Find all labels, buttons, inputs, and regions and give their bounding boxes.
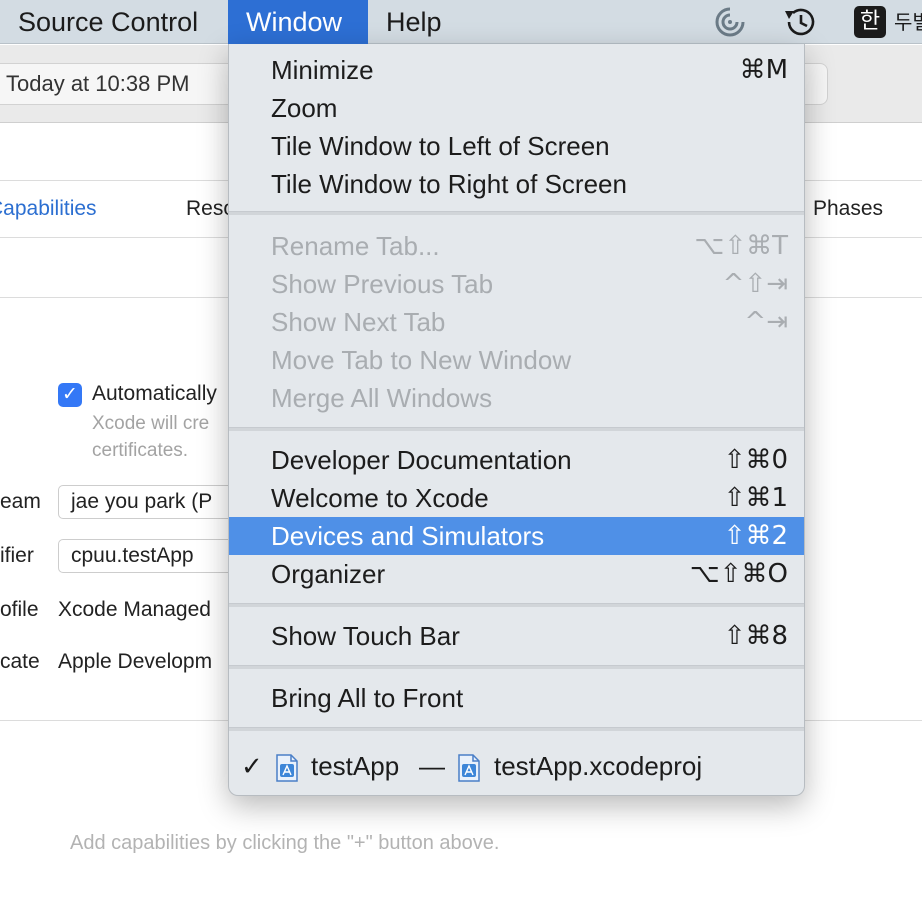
menu-item-shortcut: ^⇥ (744, 307, 788, 337)
menu-help[interactable]: Help (368, 0, 460, 44)
auto-signing-label: Automatically (92, 382, 217, 405)
menu-item-zoom[interactable]: Zoom (229, 89, 804, 127)
window-menu-dropdown: Minimize ⌘M Zoom Tile Window to Left of … (228, 44, 805, 796)
input-source-label: 두벌 (894, 10, 922, 34)
menu-item-merge-windows: Merge All Windows (229, 379, 804, 417)
menu-item-shortcut: ⇧⌘1 (723, 483, 788, 513)
menu-item-label: Move Tab to New Window (271, 345, 572, 375)
siri-activity-icon[interactable] (712, 5, 748, 39)
capabilities-empty-hint: Add capabilities by clicking the "+" but… (70, 832, 500, 854)
window-entry-project: testApp.xcodeproj (494, 751, 703, 781)
menu-item-label: Tile Window to Right of Screen (271, 169, 627, 199)
team-label: eam (0, 490, 41, 513)
menu-item-label: Zoom (271, 93, 338, 123)
menu-item-organizer[interactable]: Organizer ⌥⇧⌘O (229, 555, 804, 593)
menu-item-label: Tile Window to Left of Screen (271, 131, 610, 161)
menu-item-shortcut: ⇧⌘8 (723, 621, 788, 651)
menu-separator (229, 603, 804, 607)
tab-build-phases[interactable]: Phases (813, 181, 883, 237)
xcode-project-icon (276, 754, 298, 782)
tab-capabilities[interactable]: Capabilities (0, 181, 97, 237)
menu-item-label: Welcome to Xcode (271, 483, 489, 513)
menu-item-label: Minimize (271, 55, 374, 85)
auto-signing-description: Xcode will cre (92, 413, 210, 434)
menu-window[interactable]: Window (228, 0, 368, 44)
menu-separator (229, 727, 804, 731)
menu-item-label: Show Previous Tab (271, 269, 494, 299)
menu-separator (229, 427, 804, 431)
menu-bar: Source Control Window Help 한 두벌 (0, 0, 922, 44)
menu-item-show-next-tab: Show Next Tab ^⇥ (229, 303, 804, 341)
menu-item-rename-tab: Rename Tab... ⌥⇧⌘T (229, 227, 804, 265)
menu-item-bring-all-to-front[interactable]: Bring All to Front (229, 679, 804, 717)
checkmark-icon: ✓ (241, 751, 263, 781)
menu-item-label: Show Next Tab (271, 307, 446, 337)
menu-item-devices-and-simulators[interactable]: Devices and Simulators ⇧⌘2 (229, 517, 804, 555)
menu-item-shortcut: ⌥⇧⌘O (689, 559, 788, 589)
signing-certificate-label: cate (0, 650, 40, 673)
menu-item-shortcut: ⌘M (739, 55, 788, 85)
auto-signing-checkbox[interactable]: ✓ (58, 383, 82, 407)
menu-item-label: Merge All Windows (271, 383, 493, 413)
menu-separator (229, 211, 804, 215)
menu-item-minimize[interactable]: Minimize ⌘M (229, 51, 804, 89)
menu-item-label: Organizer (271, 559, 386, 589)
menu-item-move-tab: Move Tab to New Window (229, 341, 804, 379)
menu-item-label: Developer Documentation (271, 445, 572, 475)
window-entry-name: testApp (311, 751, 400, 781)
menu-item-label: Devices and Simulators (271, 521, 545, 551)
menu-item-welcome-to-xcode[interactable]: Welcome to Xcode ⇧⌘1 (229, 479, 804, 517)
xcode-project-icon (458, 754, 480, 782)
menu-item-developer-documentation[interactable]: Developer Documentation ⇧⌘0 (229, 441, 804, 479)
provisioning-profile-value: Xcode Managed (58, 598, 211, 621)
provisioning-profile-label: ofile (0, 598, 39, 621)
menu-item-tile-right[interactable]: Tile Window to Right of Screen (229, 165, 804, 203)
bundle-identifier-label: ifier (0, 544, 34, 567)
menu-item-show-previous-tab: Show Previous Tab ^⇧⇥ (229, 265, 804, 303)
menu-separator (229, 665, 804, 669)
menu-item-shortcut: ⌥⇧⌘T (694, 231, 788, 261)
signing-certificate-value: Apple Developm (58, 650, 213, 673)
menu-source-control[interactable]: Source Control (0, 0, 216, 44)
time-machine-icon[interactable] (780, 5, 820, 39)
window-entry-separator: — (419, 751, 445, 781)
menu-item-show-touch-bar[interactable]: Show Touch Bar ⇧⌘8 (229, 617, 804, 655)
menu-item-label: Show Touch Bar (271, 621, 460, 651)
menu-item-shortcut: ⇧⌘0 (723, 445, 788, 475)
auto-signing-description-2: certificates. (92, 440, 189, 461)
input-source-hangul-icon[interactable]: 한 (854, 6, 886, 38)
menu-item-label: Rename Tab... (271, 231, 440, 261)
menu-item-shortcut: ^⇧⇥ (722, 269, 788, 299)
menu-item-label: Bring All to Front (271, 683, 464, 713)
menu-item-tile-left[interactable]: Tile Window to Left of Screen (229, 127, 804, 165)
menu-item-window-testapp[interactable]: ✓ testApp — testApp.xcodeproj (229, 747, 804, 785)
menu-item-shortcut: ⇧⌘2 (723, 521, 788, 551)
